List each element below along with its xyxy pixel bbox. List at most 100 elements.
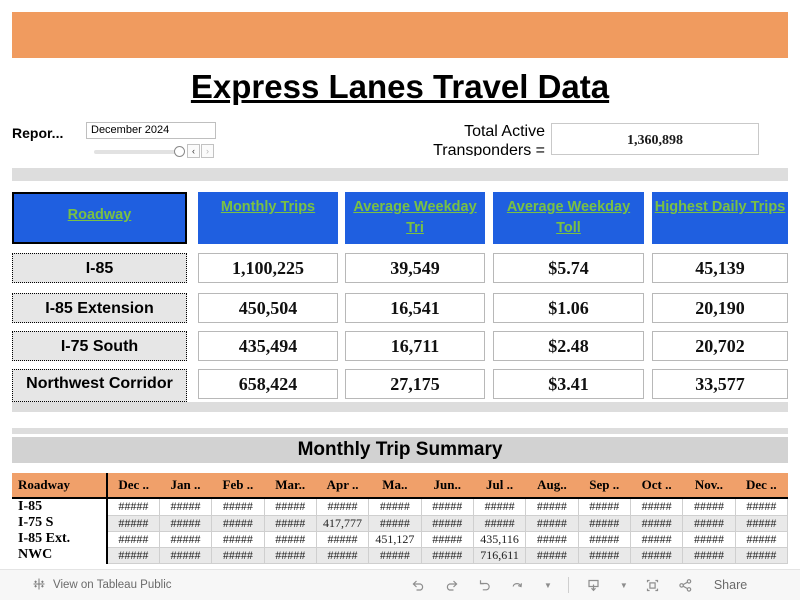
download-chevron-down-icon[interactable]: ▼: [620, 581, 628, 590]
summary-cell[interactable]: #####: [420, 530, 474, 548]
summary-cell[interactable]: #####: [525, 530, 579, 548]
summary-header-month[interactable]: Feb ..: [211, 473, 265, 499]
summary-cell[interactable]: #####: [211, 546, 265, 564]
kpi-cell-avg-weekday-trips[interactable]: 16,541: [345, 293, 485, 323]
kpi-cell-highest-daily-trips[interactable]: 45,139: [652, 253, 788, 283]
summary-header-month[interactable]: Dec ..: [735, 473, 788, 499]
summary-header-month[interactable]: Jul ..: [473, 473, 526, 499]
summary-cell[interactable]: 451,127: [368, 530, 422, 548]
summary-cell[interactable]: #####: [263, 546, 317, 564]
summary-cell[interactable]: #####: [106, 497, 160, 516]
summary-cell[interactable]: #####: [420, 546, 474, 564]
summary-header-month[interactable]: Dec ..: [107, 473, 160, 499]
summary-header-month[interactable]: Ma..: [368, 473, 422, 499]
summary-cell[interactable]: #####: [629, 497, 684, 516]
summary-header-roadway[interactable]: Roadway: [12, 473, 108, 499]
summary-cell[interactable]: #####: [734, 546, 789, 564]
download-icon[interactable]: [585, 577, 602, 594]
summary-row-label[interactable]: I-75 S: [12, 515, 108, 531]
summary-cell[interactable]: #####: [525, 497, 579, 516]
summary-cell[interactable]: #####: [472, 497, 527, 516]
chevron-down-icon[interactable]: ▼: [544, 581, 552, 590]
summary-cell[interactable]: #####: [106, 514, 160, 532]
share-label[interactable]: Share: [714, 578, 747, 592]
summary-header-month[interactable]: Nov..: [682, 473, 736, 499]
summary-cell[interactable]: #####: [682, 546, 736, 564]
kpi-header-avg-weekday-toll[interactable]: Average Weekday Toll: [493, 192, 644, 244]
summary-header-month[interactable]: Oct ..: [630, 473, 683, 499]
kpi-cell-monthly-trips[interactable]: 450,504: [198, 293, 338, 323]
summary-cell[interactable]: #####: [158, 530, 213, 548]
summary-cell[interactable]: #####: [525, 546, 579, 564]
kpi-cell-avg-weekday-toll[interactable]: $1.06: [493, 293, 644, 323]
summary-header-month[interactable]: Jun..: [421, 473, 474, 499]
summary-cell[interactable]: #####: [420, 514, 474, 532]
summary-cell[interactable]: #####: [420, 497, 474, 516]
summary-cell[interactable]: #####: [368, 546, 422, 564]
summary-cell[interactable]: #####: [315, 530, 370, 548]
summary-cell[interactable]: #####: [577, 497, 631, 516]
summary-cell[interactable]: #####: [106, 530, 160, 548]
summary-cell[interactable]: #####: [682, 497, 736, 516]
kpi-cell-avg-weekday-toll[interactable]: $2.48: [493, 331, 644, 361]
summary-header-month[interactable]: Aug..: [525, 473, 579, 499]
kpi-cell-avg-weekday-trips[interactable]: 39,549: [345, 253, 485, 283]
summary-header-month[interactable]: Mar..: [264, 473, 317, 499]
view-on-tableau-public-link[interactable]: View on Tableau Public: [32, 570, 172, 600]
summary-cell[interactable]: #####: [577, 546, 631, 564]
summary-cell[interactable]: #####: [368, 514, 422, 532]
slider-thumb[interactable]: [174, 146, 185, 157]
kpi-header-roadway[interactable]: Roadway: [12, 192, 187, 244]
summary-cell[interactable]: #####: [629, 514, 684, 532]
summary-cell[interactable]: 435,116: [472, 530, 527, 548]
summary-cell[interactable]: #####: [682, 514, 736, 532]
summary-cell[interactable]: #####: [734, 497, 789, 516]
summary-cell[interactable]: #####: [682, 530, 736, 548]
summary-cell[interactable]: #####: [472, 514, 527, 532]
kpi-cell-avg-weekday-toll[interactable]: $3.41: [493, 369, 644, 399]
kpi-row-label[interactable]: I-75 South: [12, 331, 187, 361]
kpi-cell-highest-daily-trips[interactable]: 20,190: [652, 293, 788, 323]
summary-cell[interactable]: #####: [211, 497, 265, 516]
summary-cell[interactable]: 716,611: [472, 546, 527, 564]
parameter-slider[interactable]: ‹ ›: [86, 144, 216, 159]
summary-header-month[interactable]: Sep ..: [578, 473, 631, 499]
summary-cell[interactable]: #####: [734, 530, 789, 548]
summary-cell[interactable]: #####: [158, 546, 213, 564]
summary-cell[interactable]: #####: [577, 514, 631, 532]
parameter-value[interactable]: December 2024: [86, 122, 216, 139]
summary-cell[interactable]: #####: [211, 530, 265, 548]
report-month-parameter[interactable]: Repor... December 2024 ‹ ›: [12, 122, 222, 164]
kpi-header-avg-weekday-trips[interactable]: Average Weekday Tri: [345, 192, 485, 244]
kpi-cell-avg-weekday-toll[interactable]: $5.74: [493, 253, 644, 283]
redo-icon[interactable]: [443, 577, 460, 594]
summary-cell[interactable]: #####: [629, 546, 684, 564]
kpi-cell-monthly-trips[interactable]: 1,100,225: [198, 253, 338, 283]
kpi-row-label[interactable]: I-85 Extension: [12, 293, 187, 323]
refresh-icon[interactable]: [509, 577, 526, 594]
kpi-cell-avg-weekday-trips[interactable]: 16,711: [345, 331, 485, 361]
kpi-cell-highest-daily-trips[interactable]: 20,702: [652, 331, 788, 361]
summary-cell[interactable]: #####: [106, 546, 160, 564]
kpi-cell-highest-daily-trips[interactable]: 33,577: [652, 369, 788, 399]
summary-header-month[interactable]: Apr ..: [316, 473, 369, 499]
summary-cell[interactable]: #####: [629, 530, 684, 548]
slider-track[interactable]: [94, 150, 179, 154]
kpi-row-label[interactable]: I-85: [12, 253, 187, 283]
summary-header-month[interactable]: Jan ..: [159, 473, 212, 499]
summary-cell[interactable]: 417,777: [315, 514, 370, 532]
slider-prev-button[interactable]: ‹: [187, 144, 200, 158]
undo-icon[interactable]: [410, 577, 427, 594]
summary-cell[interactable]: #####: [263, 530, 317, 548]
summary-cell[interactable]: #####: [263, 514, 317, 532]
summary-cell[interactable]: #####: [158, 497, 213, 516]
summary-cell[interactable]: #####: [577, 530, 631, 548]
summary-cell[interactable]: #####: [315, 546, 370, 564]
summary-cell[interactable]: #####: [263, 497, 317, 516]
kpi-cell-monthly-trips[interactable]: 435,494: [198, 331, 338, 361]
summary-cell[interactable]: #####: [368, 497, 422, 516]
kpi-header-monthly-trips[interactable]: Monthly Trips: [198, 192, 338, 244]
kpi-cell-monthly-trips[interactable]: 658,424: [198, 369, 338, 399]
kpi-header-highest-daily-trips[interactable]: Highest Daily Trips: [652, 192, 788, 244]
summary-cell[interactable]: #####: [315, 497, 370, 516]
